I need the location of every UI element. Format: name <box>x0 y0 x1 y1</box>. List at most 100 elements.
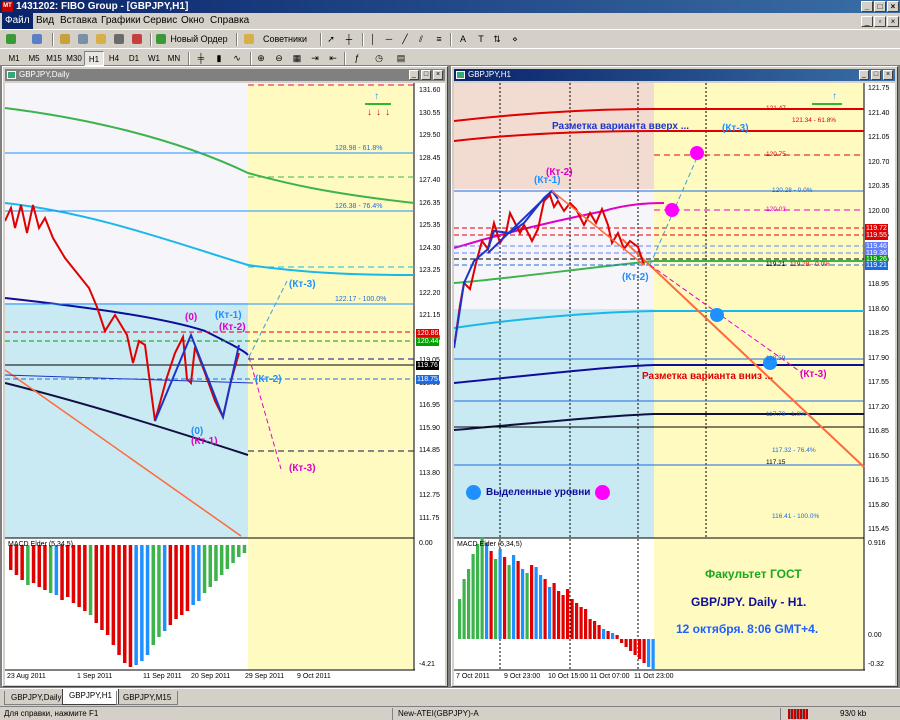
tile-windows-icon[interactable]: ▦ <box>290 51 304 66</box>
chart-maximize-button[interactable]: □ <box>421 70 431 80</box>
mdi-minimize-button[interactable]: _ <box>861 16 873 27</box>
price-tick: 120.70 <box>868 158 890 166</box>
chart-shift-icon[interactable]: ⇤ <box>326 51 340 66</box>
indicators-icon[interactable]: ƒ <box>350 51 364 66</box>
lower-zone <box>5 303 248 538</box>
timeframe-m5[interactable]: M5 <box>24 51 44 66</box>
horizontal-line-icon[interactable]: ─ <box>382 32 396 47</box>
buy-level-bar <box>365 103 391 105</box>
tester-icon[interactable] <box>130 32 144 47</box>
timeframe-h1[interactable]: H1 <box>84 51 104 66</box>
menu-file[interactable]: Файл <box>2 13 33 29</box>
chart-h1-minimize-button[interactable]: _ <box>859 70 869 80</box>
chart-window-icon-h1 <box>456 71 465 79</box>
chart-h1-maximize-button[interactable]: □ <box>871 70 881 80</box>
daily-chart[interactable]: 131.60 130.55 129.50 128.45 127.40 126.35 125.… <box>5 83 445 685</box>
maximize-button[interactable]: □ <box>874 1 886 12</box>
terminal-icon[interactable] <box>112 32 126 47</box>
timeframe-d1[interactable]: D1 <box>124 51 144 66</box>
price-tick: 118.25 <box>868 330 889 337</box>
market-watch-icon[interactable] <box>58 32 72 47</box>
chart-window-h1[interactable]: GBPJPY,H1 _ □ × 121.75 121.40 121.05 120… <box>451 66 898 687</box>
line-chart-icon[interactable]: ∿ <box>230 51 244 66</box>
templates-icon[interactable]: ▤ <box>394 51 408 66</box>
menu-view[interactable]: Вид <box>33 13 57 29</box>
autoscroll-icon[interactable]: ⇥ <box>308 51 322 66</box>
h1-chart[interactable]: 121.75 121.40 121.05 120.70 120.35 120.00 119.… <box>454 83 895 685</box>
menu-charts[interactable]: Графики <box>98 13 144 29</box>
shapes-icon[interactable]: ⋄ <box>508 32 522 47</box>
cursor-icon[interactable]: ➚ <box>324 32 338 47</box>
chart-close-button[interactable]: × <box>433 70 443 80</box>
overlay-date: 12 октября. 8:06 GMT+4. <box>676 622 819 636</box>
timeframe-w1[interactable]: W1 <box>144 51 164 66</box>
periods-icon[interactable]: ◷ <box>372 51 386 66</box>
wave-kt2-top-h1: (Кт-2) <box>546 167 573 178</box>
menu-help[interactable]: Справка <box>207 13 252 29</box>
app-icon: MT <box>2 1 13 12</box>
vertical-line-icon[interactable]: │ <box>366 32 380 47</box>
new-order-icon[interactable] <box>154 32 168 47</box>
arrow-down-icon: ↓↓↓ <box>367 107 394 118</box>
level-label: 116.41 - 100.0% <box>772 513 820 520</box>
h1-chart-svg[interactable] <box>454 83 895 685</box>
crosshair-icon[interactable]: ┼ <box>342 32 356 47</box>
zoom-out-icon[interactable]: ⊖ <box>272 51 286 66</box>
price-tick: 124.30 <box>419 244 441 252</box>
mdi-restore-button[interactable]: ▫ <box>874 16 886 27</box>
data-window-icon[interactable] <box>76 32 90 47</box>
legend-blue-dot <box>466 485 481 500</box>
price-tag: 120.44 <box>416 337 440 346</box>
mdi-close-button[interactable]: × <box>887 16 899 27</box>
macd-tick: 0.00 <box>419 540 433 547</box>
experts-button[interactable]: Советники <box>256 32 314 47</box>
equidistant-channel-icon[interactable]: ⫽ <box>414 32 428 47</box>
timeframe-m15[interactable]: M15 <box>44 51 64 66</box>
new-order-button[interactable]: Новый Ордер <box>168 32 230 47</box>
candles-icon[interactable]: ▮ <box>212 51 226 66</box>
tab-gbpjpy-m15[interactable]: GBPJPY,M15 <box>116 691 179 705</box>
chart-minimize-button[interactable]: _ <box>409 70 419 80</box>
daily-chart-svg[interactable] <box>5 83 445 685</box>
menu-tools[interactable]: Сервис <box>140 13 180 29</box>
minimize-button[interactable]: _ <box>861 1 873 12</box>
price-tick: 121.75 <box>868 85 890 92</box>
scenario-down-label: Разметка варианта вниз ... <box>642 371 774 382</box>
date-tick: 11 Oct 07:00 <box>590 673 630 680</box>
menu-insert[interactable]: Вставка <box>57 13 100 29</box>
timeframe-mn[interactable]: MN <box>164 51 184 66</box>
price-tick: 130.55 <box>419 109 441 117</box>
price-tick: 116.95 <box>419 402 440 409</box>
timeframe-m1[interactable]: M1 <box>4 51 24 66</box>
zoom-in-icon[interactable]: ⊕ <box>254 51 268 66</box>
price-tick: 121.15 <box>419 312 441 319</box>
chart-window-daily[interactable]: GBPJPY,Daily _ □ × 131.60 130.55 129.50 … <box>2 66 448 687</box>
bar-chart-icon[interactable]: ╪ <box>194 51 208 66</box>
profiles-icon[interactable] <box>30 32 44 47</box>
macd-tick: -0.32 <box>868 661 884 668</box>
price-tick: 131.60 <box>419 87 441 94</box>
close-button[interactable]: × <box>887 1 899 12</box>
timeframe-m30[interactable]: M30 <box>64 51 84 66</box>
tab-gbpjpy-h1[interactable]: GBPJPY,H1 <box>62 689 119 705</box>
text-label-icon[interactable]: T <box>474 32 488 47</box>
date-tick: 11 Sep 2011 <box>143 673 182 680</box>
text-icon[interactable]: A <box>456 32 470 47</box>
trendline-icon[interactable]: ╱ <box>398 32 412 47</box>
price-tick: 128.45 <box>419 154 441 162</box>
fibonacci-icon[interactable]: ≡ <box>432 32 446 47</box>
chart-tabs: GBPJPY,Daily GBPJPY,H1 GBPJPY,M15 <box>0 688 900 706</box>
experts-icon[interactable] <box>242 32 256 47</box>
chart-h1-close-button[interactable]: × <box>883 70 893 80</box>
arrows-icon[interactable]: ⇅ <box>490 32 504 47</box>
timeframe-h4[interactable]: H4 <box>104 51 124 66</box>
price-tick: 127.40 <box>419 177 441 184</box>
navigator-icon[interactable] <box>94 32 108 47</box>
menu-window[interactable]: Окно <box>178 13 207 29</box>
tab-gbpjpy-daily[interactable]: GBPJPY,Daily <box>4 691 69 705</box>
fib-76-label: 126.38 - 76.4% <box>335 203 383 210</box>
status-traffic: 93/0 kb <box>840 709 867 718</box>
price-tick: 120.00 <box>868 207 890 215</box>
wave-kt3-up-h1: (Кт-3) <box>722 123 749 134</box>
new-chart-icon[interactable] <box>4 32 18 47</box>
